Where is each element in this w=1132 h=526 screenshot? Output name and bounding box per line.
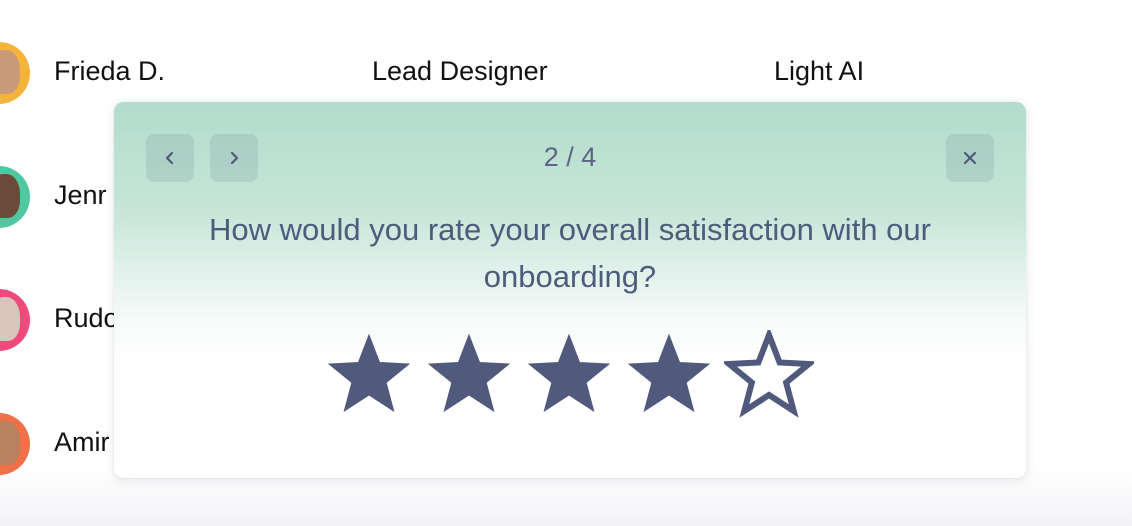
survey-modal: 2 / 4 How would you rate your overall sa…: [114, 102, 1026, 478]
star-3-icon[interactable]: [524, 330, 614, 420]
person-role: Lead Designer: [372, 56, 548, 86]
star-4-icon[interactable]: [624, 330, 714, 420]
person-name: Amir: [54, 427, 110, 457]
star-rating: [324, 330, 824, 420]
chevron-left-icon: [165, 151, 174, 165]
table-row[interactable]: Frieda D. Lead Designer Light AI: [0, 42, 1132, 104]
previous-button[interactable]: [146, 134, 194, 182]
close-icon: [963, 151, 977, 165]
star-2-icon[interactable]: [424, 330, 514, 420]
avatar: [0, 166, 30, 228]
avatar: [0, 413, 30, 475]
chevron-right-icon: [230, 151, 239, 165]
person-company: Light AI: [774, 56, 865, 86]
person-name: Frieda D.: [54, 56, 166, 86]
progress-indicator: 2 / 4: [543, 142, 597, 172]
close-button[interactable]: [946, 134, 994, 182]
person-name: Rudo: [54, 303, 119, 333]
avatar: [0, 42, 30, 104]
avatar: [0, 289, 30, 351]
person-name: Jenr: [54, 180, 107, 210]
next-button[interactable]: [210, 134, 258, 182]
star-5-icon[interactable]: [724, 330, 814, 420]
survey-question: How would you rate your overall satisfac…: [209, 212, 931, 294]
star-1-icon[interactable]: [324, 330, 414, 420]
